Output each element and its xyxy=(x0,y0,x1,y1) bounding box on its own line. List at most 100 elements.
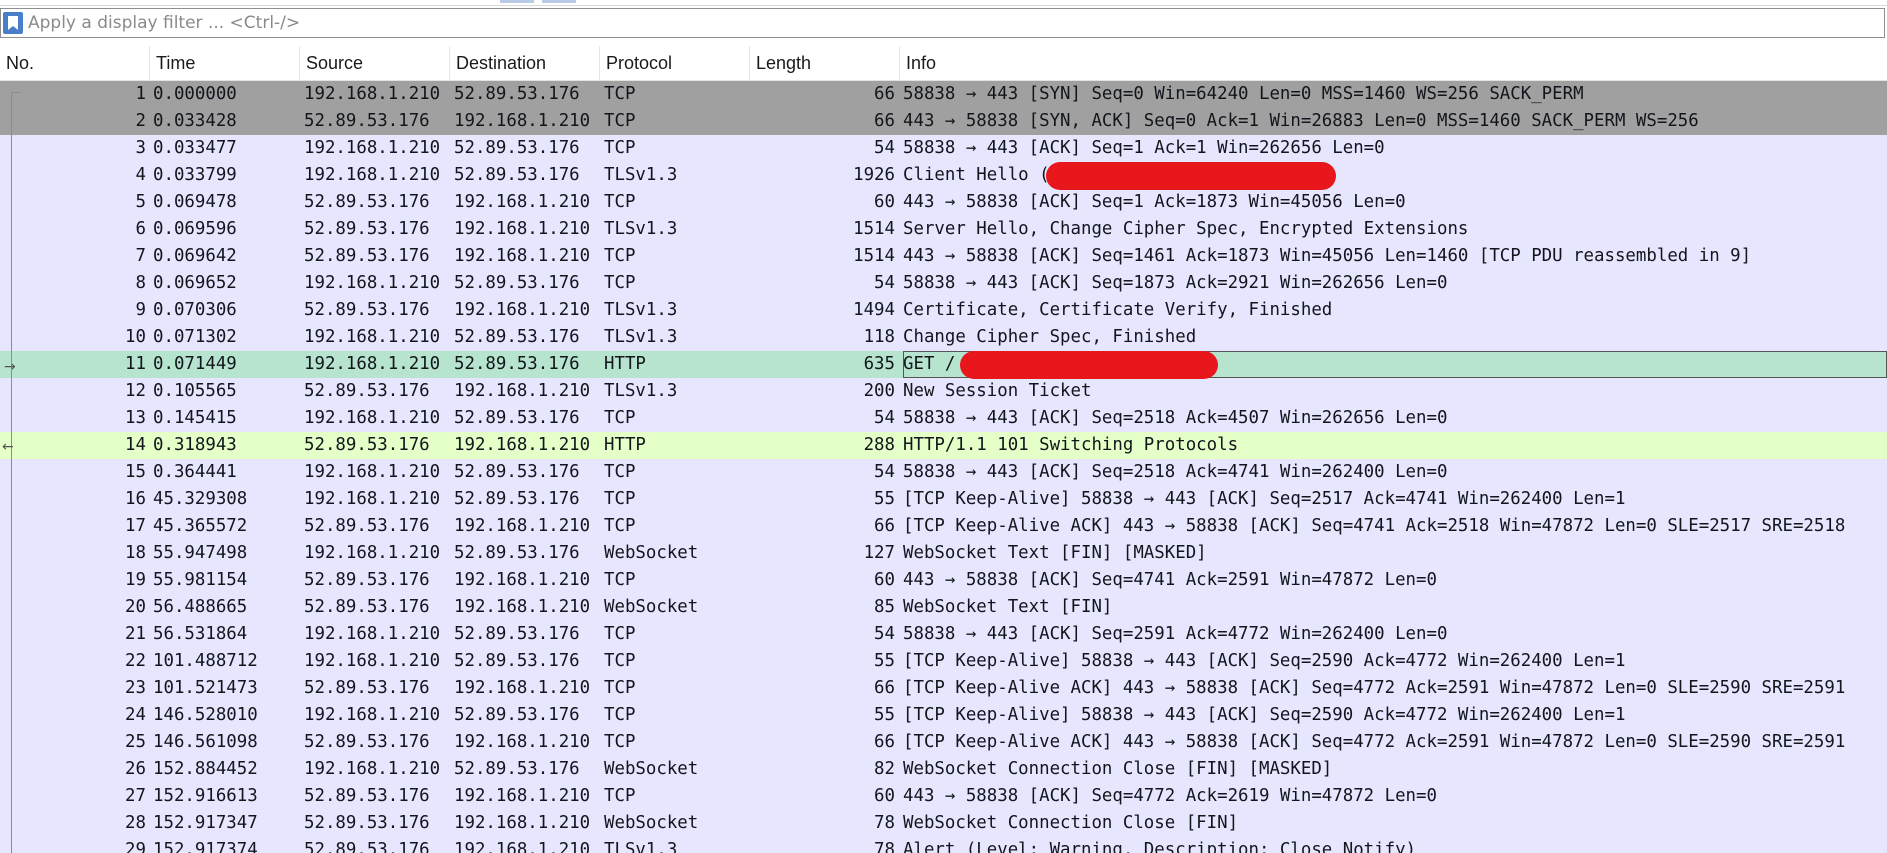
packet-row[interactable]: 14 0.318943 52.89.53.176 192.168.1.210 HTTP 2… xyxy=(0,432,1887,459)
packet-length: 1514 xyxy=(853,246,895,266)
packet-time: 0.033477 xyxy=(153,138,237,158)
packet-row[interactable]: 9 0.070306 52.89.53.176 192.168.1.210 TLSv1.… xyxy=(0,297,1887,324)
column-header-length[interactable]: Length xyxy=(750,46,900,80)
packet-row[interactable]: 27 152.916613 52.89.53.176 192.168.1.210 TCP… xyxy=(0,783,1887,810)
request-arrow-icon: → xyxy=(4,359,16,375)
packet-list[interactable]: 1 0.000000 192.168.1.210 52.89.53.176 TCP 66 5… xyxy=(0,81,1887,853)
packet-destination: 192.168.1.210 xyxy=(454,381,591,401)
packet-no: 11 xyxy=(125,354,146,374)
packet-row[interactable]: 2 0.033428 52.89.53.176 192.168.1.210 TCP 66 4… xyxy=(0,108,1887,135)
packet-no: 12 xyxy=(125,381,146,401)
packet-protocol: TLSv1.3 xyxy=(604,300,678,320)
top-toolbar-strip xyxy=(0,0,1887,6)
packet-row[interactable]: 4 0.033799 192.168.1.210 52.89.53.176 TLSv1.… xyxy=(0,162,1887,189)
packet-row[interactable]: 11 0.071449 192.168.1.210 52.89.53.176 HTTP 6… xyxy=(0,351,1887,378)
packet-row[interactable]: 21 56.531864 192.168.1.210 52.89.53.176 TCP 5… xyxy=(0,621,1887,648)
packet-row[interactable]: 15 0.364441 192.168.1.210 52.89.53.176 TCP 54… xyxy=(0,459,1887,486)
packet-time: 0.071449 xyxy=(153,354,237,374)
packet-protocol: TCP xyxy=(604,246,636,266)
packet-no: 15 xyxy=(125,462,146,482)
packet-protocol: TCP xyxy=(604,705,636,725)
packet-no: 22 xyxy=(125,651,146,671)
packet-length: 66 xyxy=(874,111,895,131)
packet-row[interactable]: 24 146.528010 192.168.1.210 52.89.53.176 TCP… xyxy=(0,702,1887,729)
packet-source: 192.168.1.210 xyxy=(304,624,441,644)
packet-protocol: TCP xyxy=(604,489,636,509)
packet-row[interactable]: 20 56.488665 52.89.53.176 192.168.1.210 WebS… xyxy=(0,594,1887,621)
packet-destination: 52.89.53.176 xyxy=(454,273,580,293)
packet-info: Alert (Level: Warning, Description: Clos… xyxy=(903,840,1417,853)
packet-row[interactable]: 18 55.947498 192.168.1.210 52.89.53.176 WebS… xyxy=(0,540,1887,567)
packet-source: 52.89.53.176 xyxy=(304,435,430,455)
packet-row[interactable]: 22 101.488712 192.168.1.210 52.89.53.176 TCP… xyxy=(0,648,1887,675)
packet-time: 0.069652 xyxy=(153,273,237,293)
packet-row[interactable]: 29 152.917374 52.89.53.176 192.168.1.210 TLS… xyxy=(0,837,1887,853)
column-header-time[interactable]: Time xyxy=(150,46,300,80)
packet-row[interactable]: 12 0.105565 52.89.53.176 192.168.1.210 TLSv1… xyxy=(0,378,1887,405)
packet-protocol: TCP xyxy=(604,408,636,428)
packet-no: 16 xyxy=(125,489,146,509)
packet-length: 66 xyxy=(874,516,895,536)
packet-length: 54 xyxy=(874,273,895,293)
packet-destination: 192.168.1.210 xyxy=(454,300,591,320)
packet-source: 192.168.1.210 xyxy=(304,327,441,347)
packet-row[interactable]: 3 0.033477 192.168.1.210 52.89.53.176 TCP 54 5… xyxy=(0,135,1887,162)
packet-row[interactable]: 17 45.365572 52.89.53.176 192.168.1.210 TCP 6… xyxy=(0,513,1887,540)
packet-length: 1494 xyxy=(853,300,895,320)
toolbar-button-edge[interactable] xyxy=(542,0,576,3)
packet-info: 58838 → 443 [ACK] Seq=2518 Ack=4507 Win=… xyxy=(903,408,1448,428)
packet-row[interactable]: 10 0.071302 192.168.1.210 52.89.53.176 TLSv1… xyxy=(0,324,1887,351)
bookmark-icon[interactable] xyxy=(3,12,23,34)
packet-no: 18 xyxy=(125,543,146,563)
packet-info: HTTP/1.1 101 Switching Protocols xyxy=(903,435,1239,455)
packet-info: Server Hello, Change Cipher Spec, Encryp… xyxy=(903,219,1469,239)
packet-time: 55.981154 xyxy=(153,570,248,590)
packet-row[interactable]: 16 45.329308 192.168.1.210 52.89.53.176 TCP 5… xyxy=(0,486,1887,513)
packet-row[interactable]: 7 0.069642 52.89.53.176 192.168.1.210 TCP 151… xyxy=(0,243,1887,270)
packet-protocol: TCP xyxy=(604,138,636,158)
column-header-protocol[interactable]: Protocol xyxy=(600,46,750,80)
column-header-destination[interactable]: Destination xyxy=(450,46,600,80)
packet-row[interactable]: 28 152.917347 52.89.53.176 192.168.1.210 Web… xyxy=(0,810,1887,837)
packet-row[interactable]: 6 0.069596 52.89.53.176 192.168.1.210 TLSv1.… xyxy=(0,216,1887,243)
packet-row[interactable]: 8 0.069652 192.168.1.210 52.89.53.176 TCP 54 5… xyxy=(0,270,1887,297)
column-header-source[interactable]: Source xyxy=(300,46,450,80)
packet-length: 78 xyxy=(874,840,895,853)
packet-source: 192.168.1.210 xyxy=(304,759,441,779)
packet-row[interactable]: 25 146.561098 52.89.53.176 192.168.1.210 TCP… xyxy=(0,729,1887,756)
packet-protocol: TCP xyxy=(604,570,636,590)
packet-row[interactable]: 23 101.521473 52.89.53.176 192.168.1.210 TCP… xyxy=(0,675,1887,702)
packet-row[interactable]: 1 0.000000 192.168.1.210 52.89.53.176 TCP 66 5… xyxy=(0,81,1887,108)
packet-row[interactable]: 19 55.981154 52.89.53.176 192.168.1.210 TCP 6… xyxy=(0,567,1887,594)
packet-no: 2 xyxy=(135,111,146,131)
packet-info: Certificate, Certificate Verify, Finishe… xyxy=(903,300,1333,320)
packet-destination: 192.168.1.210 xyxy=(454,219,591,239)
packet-no: 17 xyxy=(125,516,146,536)
display-filter-input[interactable] xyxy=(28,11,1878,35)
packet-row[interactable]: 5 0.069478 52.89.53.176 192.168.1.210 TCP 60 4… xyxy=(0,189,1887,216)
packet-source: 52.89.53.176 xyxy=(304,840,430,853)
packet-time: 0.070306 xyxy=(153,300,237,320)
packet-protocol: TCP xyxy=(604,678,636,698)
packet-no: 4 xyxy=(135,165,146,185)
column-header-info[interactable]: Info xyxy=(900,46,1887,80)
packet-protocol: TCP xyxy=(604,651,636,671)
packet-destination: 52.89.53.176 xyxy=(454,705,580,725)
packet-source: 52.89.53.176 xyxy=(304,300,430,320)
toolbar-button-edge[interactable] xyxy=(500,0,534,3)
column-header-no[interactable]: No. xyxy=(0,46,150,80)
packet-protocol: TLSv1.3 xyxy=(604,165,678,185)
packet-length: 54 xyxy=(874,138,895,158)
conversation-tree-line xyxy=(11,92,12,853)
packet-info: [TCP Keep-Alive ACK] 443 → 58838 [ACK] S… xyxy=(903,516,1846,536)
packet-length: 55 xyxy=(874,651,895,671)
packet-time: 56.488665 xyxy=(153,597,248,617)
packet-time: 0.033799 xyxy=(153,165,237,185)
packet-no: 14 xyxy=(125,435,146,455)
packet-time: 55.947498 xyxy=(153,543,248,563)
packet-protocol: WebSocket xyxy=(604,813,699,833)
packet-row[interactable]: 13 0.145415 192.168.1.210 52.89.53.176 TCP 54… xyxy=(0,405,1887,432)
packet-row[interactable]: 26 152.884452 192.168.1.210 52.89.53.176 Web… xyxy=(0,756,1887,783)
packet-protocol: HTTP xyxy=(604,354,646,374)
packet-protocol: TCP xyxy=(604,732,636,752)
